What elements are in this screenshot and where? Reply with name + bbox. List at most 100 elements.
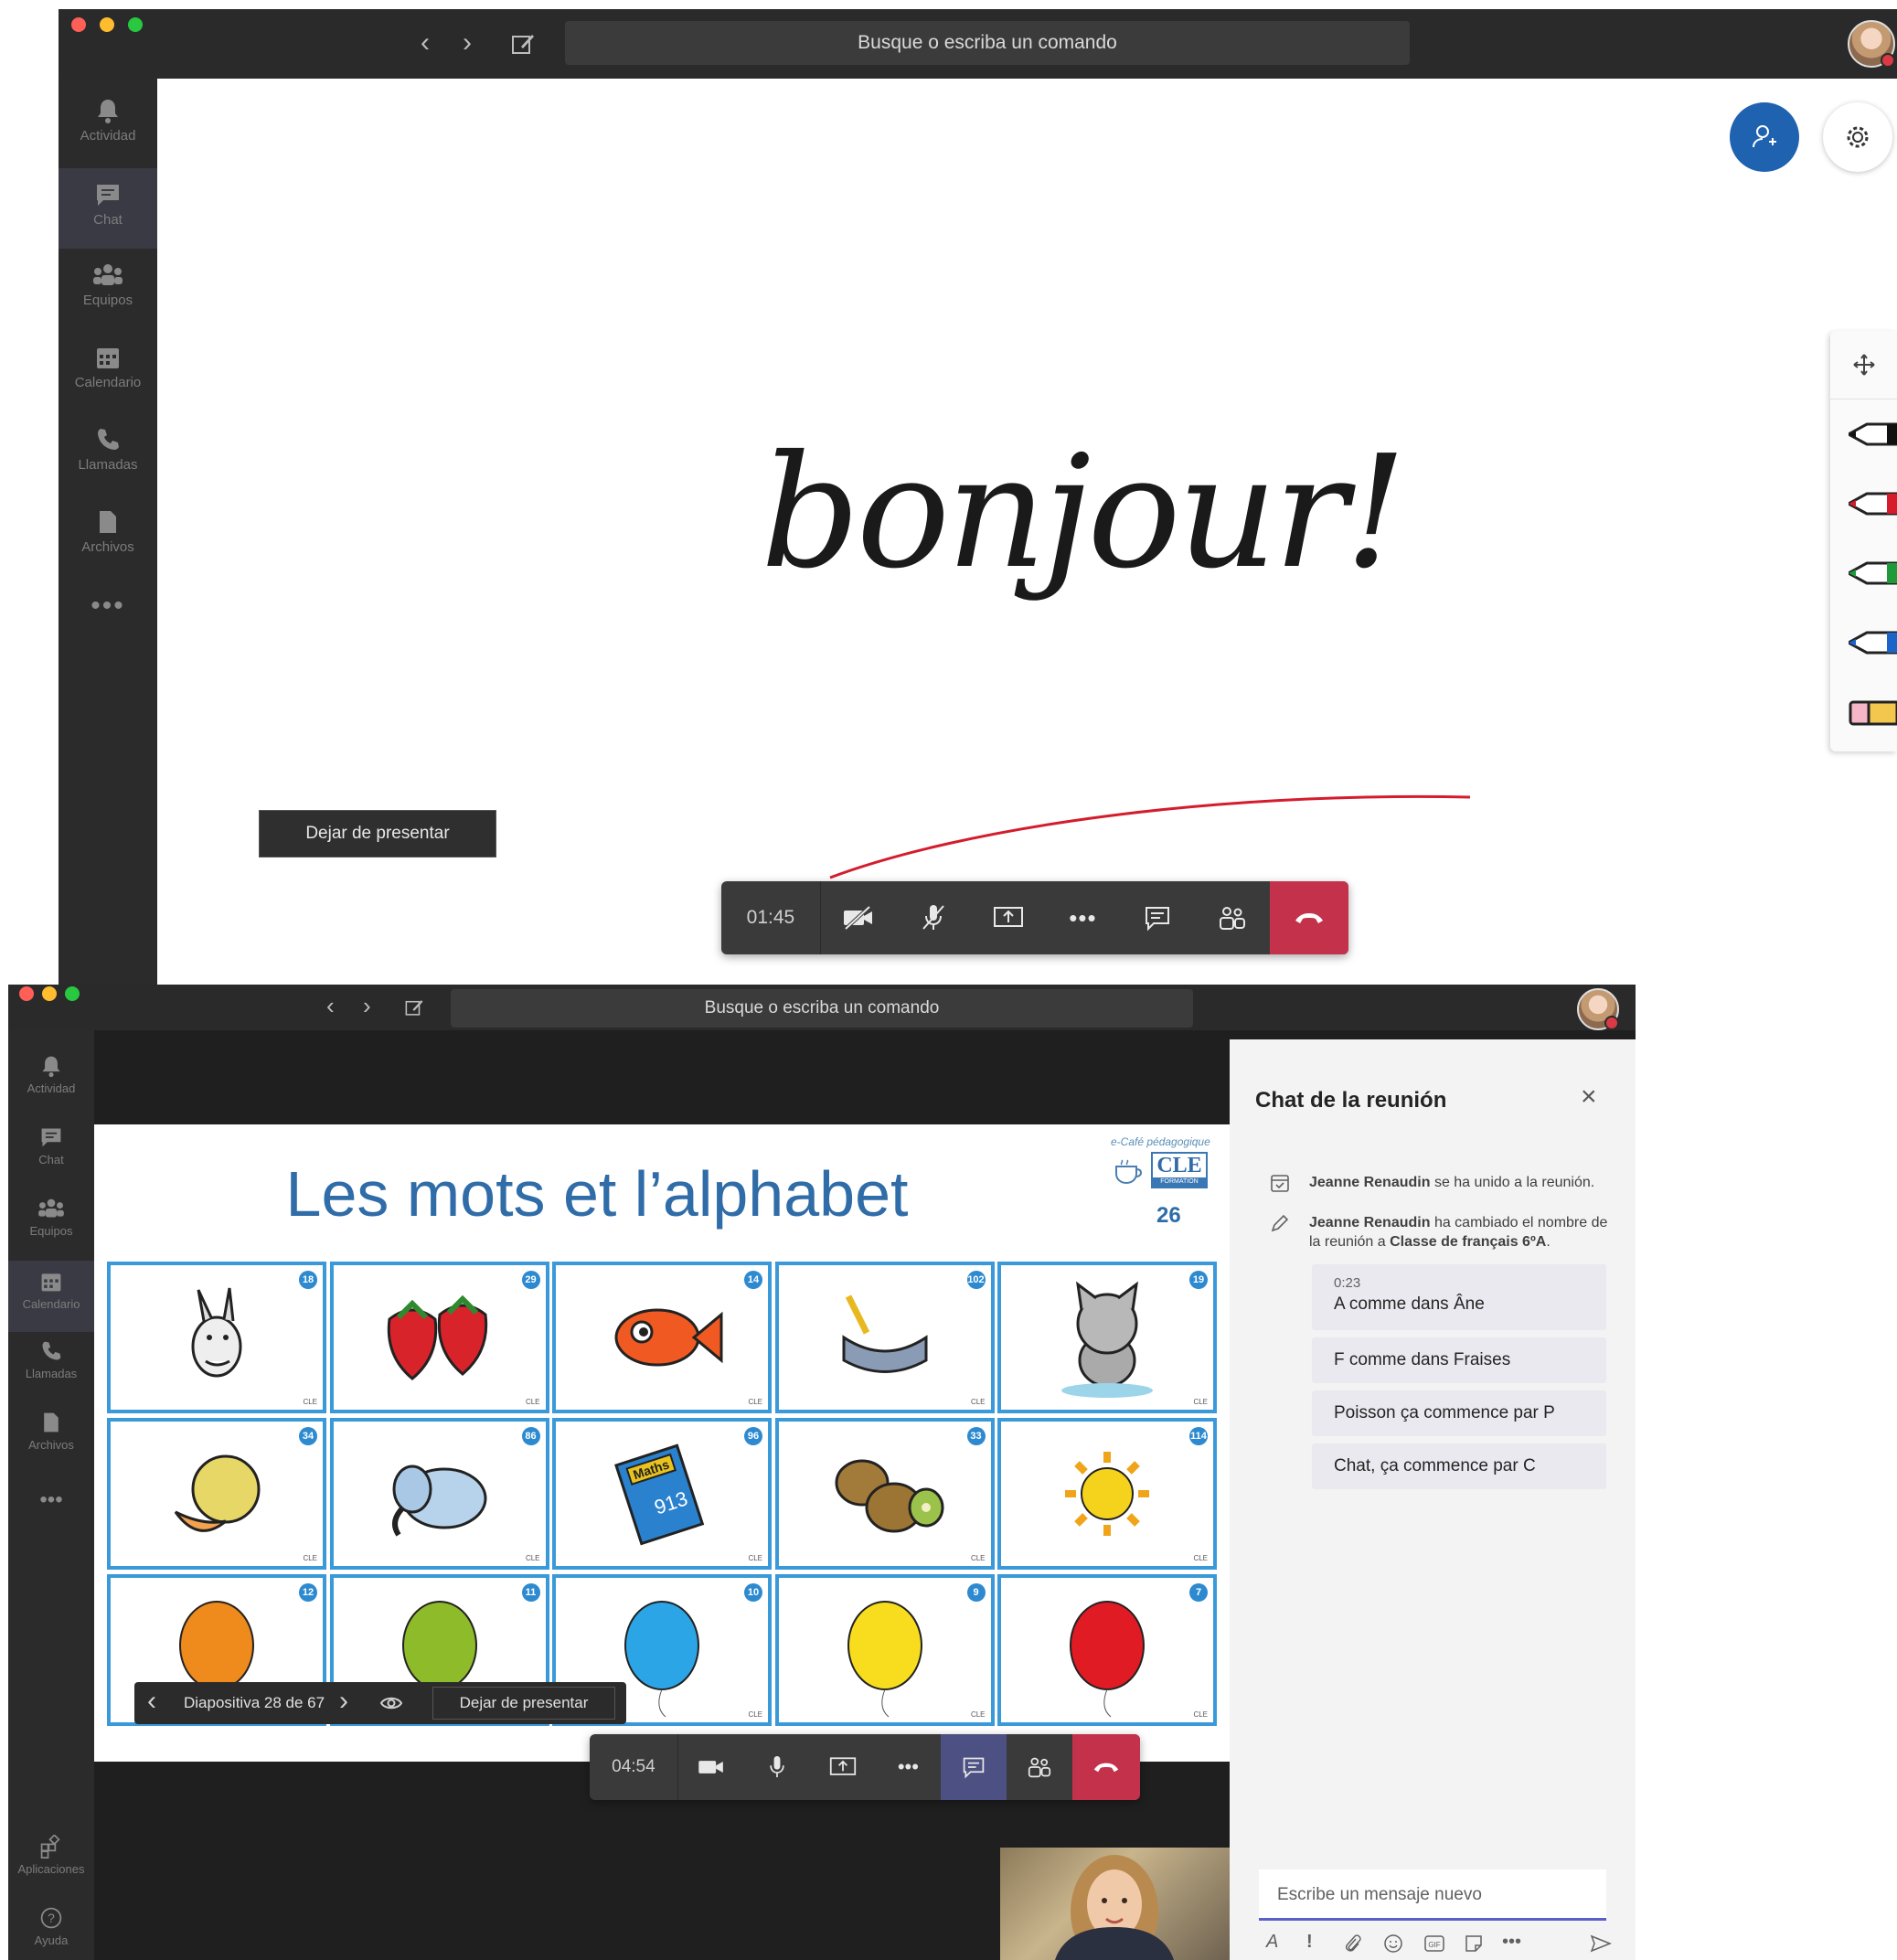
- rail-item-llamadas[interactable]: Llamadas: [59, 417, 157, 492]
- rail-item-calendario[interactable]: Calendario: [8, 1261, 94, 1332]
- yellow-balloon-illustration: [847, 1601, 922, 1718]
- red-underline-stroke: [829, 794, 1471, 879]
- maximize-window-button[interactable]: [65, 986, 80, 1001]
- send-icon[interactable]: [1590, 1933, 1612, 1954]
- user-avatar[interactable]: [1577, 988, 1619, 1030]
- camera-off-button[interactable]: [821, 881, 896, 954]
- show-chat-button[interactable]: [941, 1734, 1007, 1800]
- more-icon[interactable]: •••: [1502, 1932, 1521, 1953]
- card-number-badge: 7: [1189, 1583, 1208, 1602]
- eye-icon[interactable]: [379, 1694, 403, 1712]
- rail-item-equipos[interactable]: Equipos: [8, 1197, 94, 1261]
- logo-tagline: e-Café pédagogique: [1111, 1135, 1210, 1148]
- green-pen-icon[interactable]: [1849, 558, 1897, 589]
- black-pen-icon[interactable]: [1849, 419, 1897, 450]
- rail-item-chat[interactable]: Chat: [59, 168, 157, 249]
- chat-message[interactable]: Poisson ça commence par P: [1312, 1390, 1606, 1436]
- phone-icon: [42, 1341, 61, 1360]
- message-compose-input[interactable]: Escribe un mensaje nuevo: [1259, 1869, 1606, 1921]
- more-apps-icon[interactable]: •••: [59, 591, 157, 627]
- rename-event: Jeanne Renaudin ha cambiado el nombre de…: [1309, 1213, 1620, 1252]
- next-slide-button[interactable]: ›: [339, 1688, 348, 1715]
- previous-slide-button[interactable]: ‹: [147, 1688, 156, 1715]
- move-icon: [1852, 354, 1875, 376]
- close-window-button[interactable]: [71, 17, 86, 32]
- whiteboard-canvas[interactable]: bonjour! Dejar de presentar 01:45 •••: [157, 79, 1897, 1001]
- chat-message[interactable]: Chat, ça commence par C: [1312, 1443, 1606, 1489]
- share-screen-button[interactable]: [971, 881, 1046, 954]
- rail-item-aplicaciones[interactable]: Aplicaciones: [8, 1835, 94, 1890]
- rail-item-equipos[interactable]: Equipos: [59, 252, 157, 327]
- card-cle-mark: CLE: [1193, 1710, 1208, 1719]
- more-options-button[interactable]: •••: [1045, 881, 1120, 954]
- bottom-teams-window: ‹ › Busque o escriba un comando Activida…: [8, 985, 1636, 1960]
- vocabulary-card-sun: 114 CLE: [997, 1418, 1217, 1570]
- compose-icon[interactable]: [404, 997, 424, 1017]
- rail-item-llamadas[interactable]: Llamadas: [8, 1339, 94, 1403]
- back-arrow-icon[interactable]: ‹: [326, 992, 335, 1019]
- slide-title: Les mots et l’alphabet: [285, 1158, 909, 1230]
- important-icon[interactable]: !: [1306, 1932, 1313, 1953]
- donkey-illustration: [191, 1287, 242, 1378]
- card-cle-mark: CLE: [303, 1398, 317, 1406]
- attach-icon[interactable]: [1343, 1933, 1361, 1954]
- sticker-icon[interactable]: [1464, 1933, 1484, 1954]
- close-window-button[interactable]: [19, 986, 34, 1001]
- rail-item-calendario[interactable]: Calendario: [59, 335, 157, 410]
- more-options-button[interactable]: •••: [875, 1734, 941, 1800]
- forward-arrow-icon[interactable]: ›: [463, 29, 472, 57]
- rail-item-actividad[interactable]: Actividad: [8, 1054, 94, 1118]
- rail-label: Equipos: [29, 1224, 73, 1238]
- rail-label: Equipos: [82, 293, 133, 308]
- search-input[interactable]: Busque o escriba un comando: [565, 21, 1410, 65]
- format-icon[interactable]: A: [1266, 1932, 1278, 1953]
- search-input[interactable]: Busque o escriba un comando: [451, 989, 1193, 1028]
- emoji-icon[interactable]: [1383, 1933, 1403, 1954]
- settings-button[interactable]: [1823, 102, 1892, 172]
- message-time: 0:23: [1334, 1275, 1361, 1291]
- chat-icon: [1146, 907, 1170, 932]
- maximize-window-button[interactable]: [128, 17, 143, 32]
- files-icon: [44, 1412, 59, 1433]
- back-arrow-icon[interactable]: ‹: [421, 29, 430, 57]
- show-participants-button[interactable]: [1195, 881, 1270, 954]
- add-person-icon: [1753, 125, 1776, 148]
- user-avatar[interactable]: [1848, 20, 1895, 68]
- vocabulary-card-cat: 19 CLE: [997, 1262, 1217, 1413]
- rail-item-archivos[interactable]: Archivos: [59, 499, 157, 574]
- red-pen-icon[interactable]: [1849, 488, 1897, 519]
- mic-button[interactable]: [744, 1734, 810, 1800]
- rail-item-actividad[interactable]: Actividad: [59, 88, 157, 163]
- minimize-window-button[interactable]: [42, 986, 57, 1001]
- hang-up-button[interactable]: [1072, 1734, 1140, 1800]
- event-text-end: .: [1546, 1234, 1551, 1250]
- card-number-badge: 114: [1189, 1427, 1208, 1445]
- stop-presenting-button[interactable]: Dejar de presentar: [259, 810, 496, 858]
- compose-icon[interactable]: [510, 31, 536, 57]
- mic-off-button[interactable]: [896, 881, 971, 954]
- forward-arrow-icon[interactable]: ›: [363, 992, 371, 1019]
- camera-button[interactable]: [678, 1734, 744, 1800]
- share-screen-button[interactable]: [810, 1734, 876, 1800]
- rail-item-ayuda[interactable]: ? Ayuda: [8, 1906, 94, 1960]
- invite-people-button[interactable]: [1730, 102, 1799, 172]
- show-chat-button[interactable]: [1120, 881, 1195, 954]
- sun-illustration: [1065, 1452, 1149, 1536]
- minimize-window-button[interactable]: [100, 17, 114, 32]
- rail-item-archivos[interactable]: Archivos: [8, 1411, 94, 1475]
- rail-label: Llamadas: [25, 1367, 78, 1380]
- gif-icon[interactable]: GIF: [1423, 1933, 1445, 1954]
- stop-presenting-button[interactable]: Dejar de presentar: [432, 1687, 615, 1720]
- blue-pen-icon[interactable]: [1849, 627, 1897, 658]
- card-cle-mark: CLE: [303, 1554, 317, 1562]
- more-apps-icon[interactable]: •••: [8, 1487, 94, 1515]
- close-chat-button[interactable]: ×: [1581, 1083, 1597, 1111]
- rail-item-chat[interactable]: Chat: [8, 1125, 94, 1189]
- event-user-name: Jeanne Renaudin: [1309, 1175, 1431, 1190]
- move-tool-button[interactable]: [1830, 331, 1897, 399]
- hang-up-button[interactable]: [1270, 881, 1348, 954]
- show-participants-button[interactable]: [1007, 1734, 1072, 1800]
- chat-message[interactable]: 0:23 A comme dans Âne: [1312, 1264, 1606, 1330]
- eraser-icon[interactable]: [1849, 697, 1897, 728]
- chat-message[interactable]: F comme dans Fraises: [1312, 1337, 1606, 1383]
